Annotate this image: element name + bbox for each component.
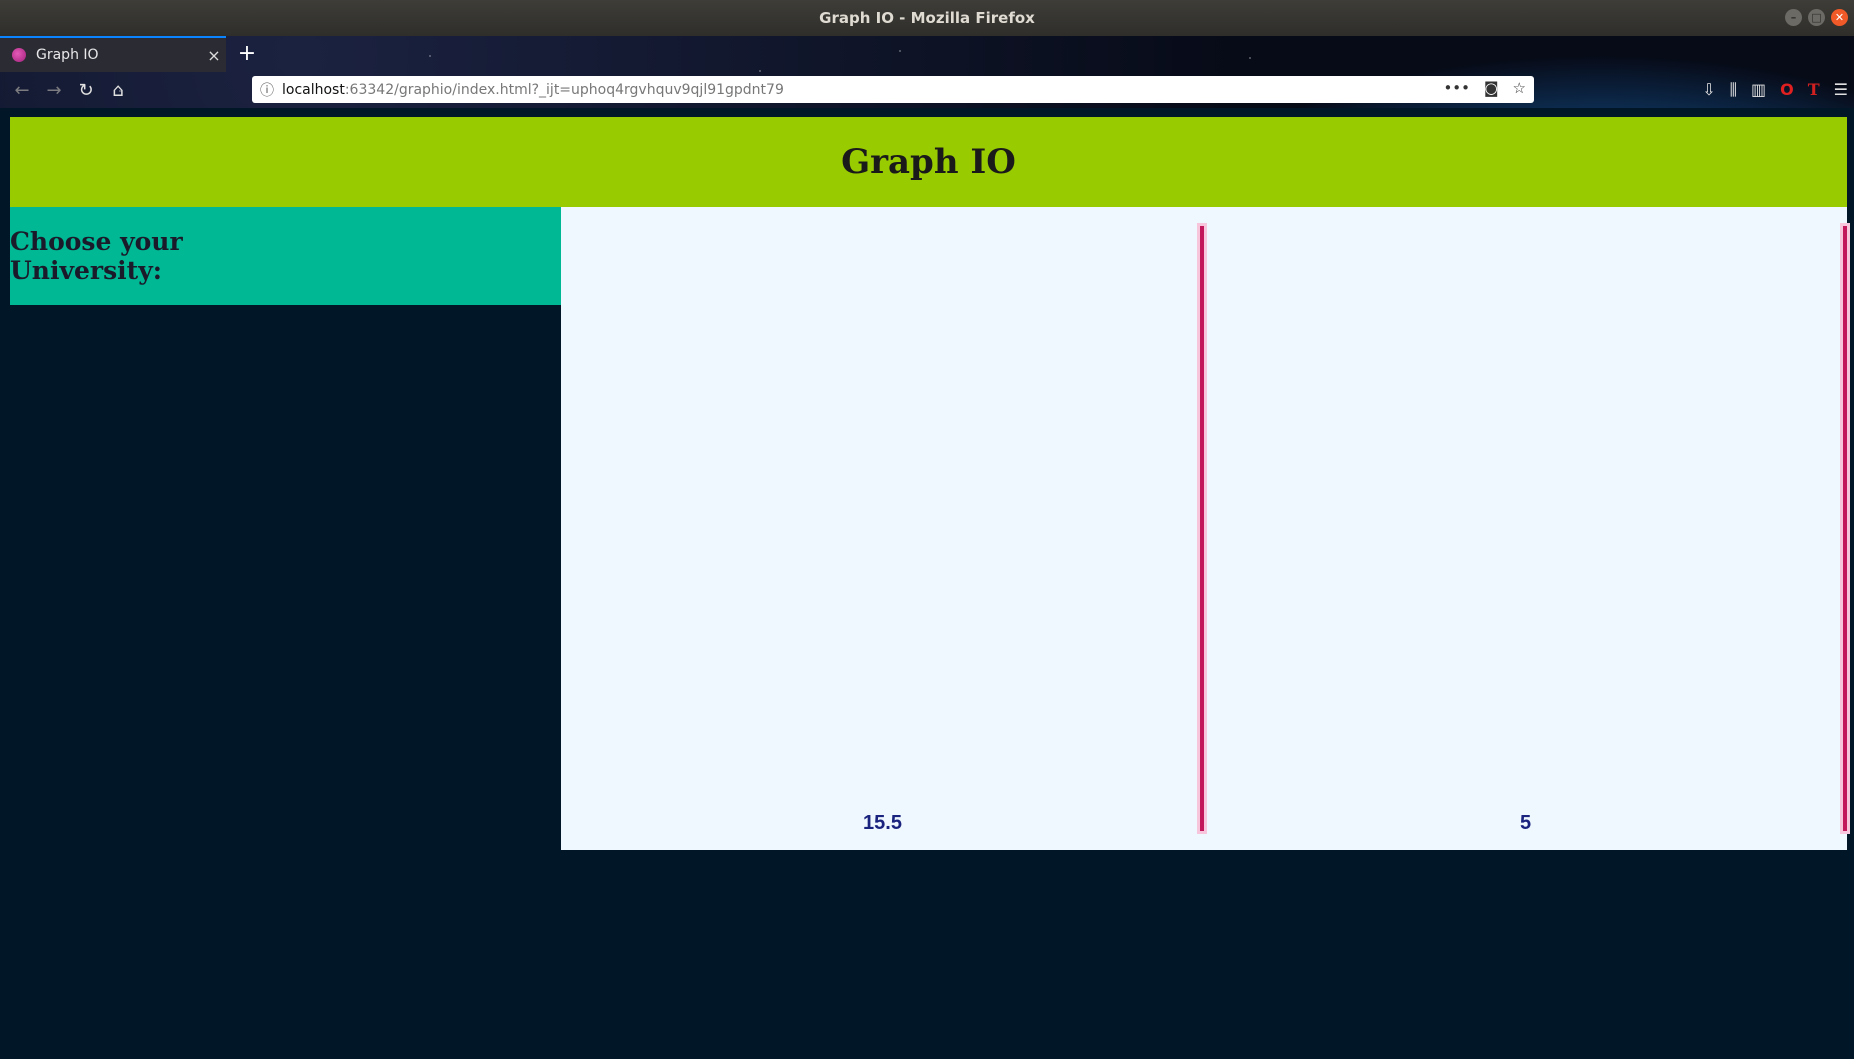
chart-value-label: 15.5 <box>863 812 902 834</box>
forward-icon[interactable]: → <box>40 76 68 104</box>
maximize-icon[interactable]: □ <box>1808 9 1825 26</box>
pocket-icon[interactable]: ◙ <box>1484 79 1499 97</box>
opera-extension-icon[interactable]: O <box>1780 80 1794 100</box>
window-title: Graph IO - Mozilla Firefox <box>819 9 1035 27</box>
download-icon[interactable]: ⇩ <box>1702 80 1715 100</box>
close-window-icon[interactable]: ✕ <box>1831 9 1848 26</box>
browser-tab[interactable]: Graph IO × <box>0 36 226 72</box>
window-controls: – □ ✕ <box>1785 9 1848 26</box>
university-chooser: Choose your University: <box>10 207 561 305</box>
chart-value-label: 5 <box>1519 812 1532 834</box>
new-tab-icon[interactable]: + <box>232 38 262 68</box>
tab-title: Graph IO <box>36 47 99 63</box>
home-icon[interactable]: ⌂ <box>104 76 132 104</box>
minimize-icon[interactable]: – <box>1785 9 1802 26</box>
back-icon[interactable]: ← <box>8 76 36 104</box>
page-title: Graph IO <box>841 142 1016 182</box>
url-bar[interactable]: ⓘ localhost:63342/graphio/index.html?_ij… <box>252 76 1534 103</box>
chart-area: 15.5 5 <box>561 207 1847 850</box>
site-info-icon[interactable]: ⓘ <box>252 80 282 100</box>
library-icon[interactable]: ⫼ <box>1730 80 1737 100</box>
url-path: :63342/graphio/index.html?_ijt=uphoq4rgv… <box>344 81 784 98</box>
window-titlebar: Graph IO - Mozilla Firefox – □ ✕ <box>0 0 1854 36</box>
page-header: Graph IO <box>10 117 1847 207</box>
chart-bar <box>1843 226 1847 831</box>
url-host: localhost <box>282 81 345 98</box>
sidebar-icon[interactable]: ▥ <box>1751 80 1766 100</box>
sidebar-heading: Choose your University: <box>10 227 183 285</box>
url-bar-actions: ••• ◙ ☆ <box>1443 79 1526 97</box>
chart-bar <box>1200 226 1204 831</box>
favicon-icon <box>12 48 26 62</box>
tab-close-icon[interactable]: × <box>202 46 226 65</box>
reload-icon[interactable]: ↻ <box>72 76 100 104</box>
hamburger-menu-icon[interactable]: ☰ <box>1834 80 1848 100</box>
toolbar-right: ⇩ ⫼ ▥ O T ☰ <box>1702 80 1848 100</box>
bookmark-star-icon[interactable]: ☆ <box>1513 79 1526 97</box>
t-extension-icon[interactable]: T <box>1808 80 1820 100</box>
navigation-toolbar: ← → ↻ ⌂ ⓘ localhost:63342/graphio/index.… <box>0 72 1854 108</box>
browser-chrome: Graph IO × + ← → ↻ ⌂ ⓘ localhost:63342/g… <box>0 36 1854 108</box>
page-actions-icon[interactable]: ••• <box>1443 79 1470 97</box>
